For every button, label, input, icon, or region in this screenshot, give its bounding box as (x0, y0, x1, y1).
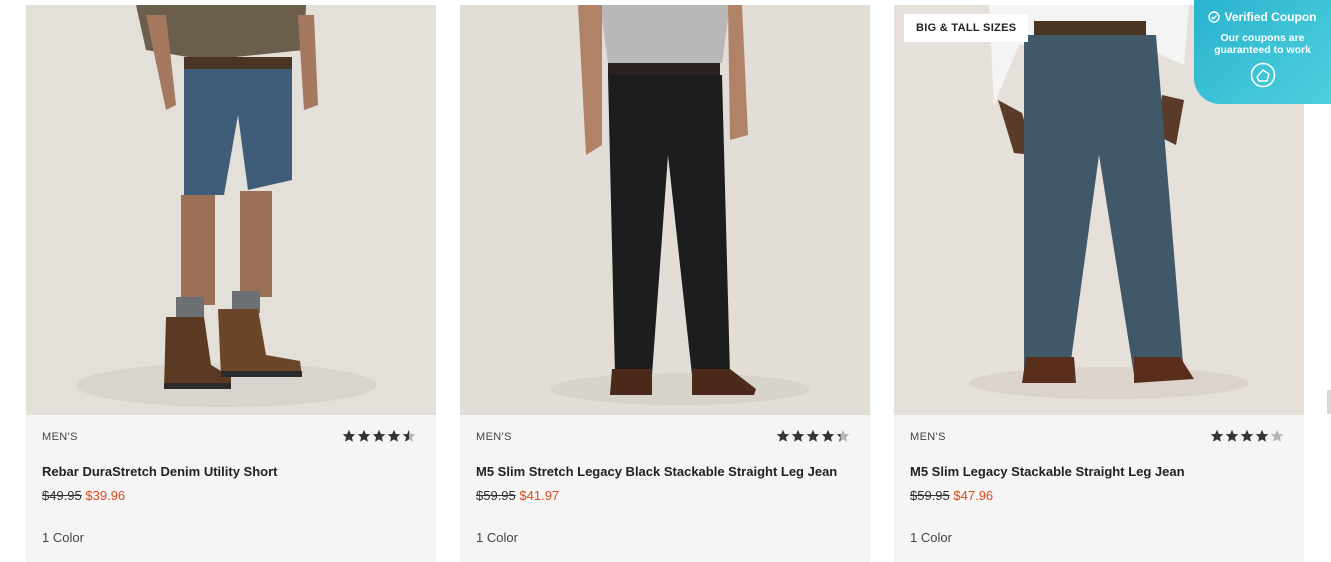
star-icon (1255, 429, 1269, 442)
product-grid: MEN'S Rebar DuraStretch Denim Utility Sh… (26, 5, 1304, 562)
rating-stars (776, 429, 850, 443)
original-price: $59.95 (910, 488, 950, 503)
star-icon (1240, 429, 1254, 442)
original-price: $59.95 (476, 488, 516, 503)
star-icon (1210, 429, 1224, 442)
star-icon (342, 429, 356, 442)
coupon-subtitle: Our coupons are guaranteed to work (1194, 32, 1331, 56)
sale-price: $47.96 (953, 488, 994, 503)
star-icon (402, 429, 416, 442)
star-icon (791, 429, 805, 442)
product-price: $49.95 $39.96 (42, 488, 420, 505)
product-name[interactable]: Rebar DuraStretch Denim Utility Short (42, 464, 420, 480)
scrollbar-edge[interactable] (1327, 390, 1331, 414)
product-price: $59.95 $41.97 (476, 488, 854, 505)
coupon-header: Verified Coupon (1194, 10, 1331, 24)
star-icon (1270, 429, 1284, 442)
product-photo (460, 5, 870, 415)
star-icon (836, 429, 850, 442)
color-count: 1 Color (910, 530, 952, 545)
sale-price: $39.96 (85, 488, 126, 503)
star-icon (387, 429, 401, 442)
rating-stars (1210, 429, 1284, 443)
product-card[interactable]: MEN'S M5 Slim Stretch Legacy Black Stack… (460, 5, 870, 562)
coupon-subtitle-line1: Our coupons are (1220, 32, 1305, 44)
coupon-title: Verified Coupon (1224, 10, 1317, 24)
color-count: 1 Color (42, 530, 84, 545)
check-circle-icon (1208, 11, 1221, 23)
color-count: 1 Color (476, 530, 518, 545)
product-name[interactable]: M5 Slim Stretch Legacy Black Stackable S… (476, 464, 854, 480)
star-icon (776, 429, 790, 442)
coupon-logo-icon (1250, 62, 1275, 88)
product-name[interactable]: M5 Slim Legacy Stackable Straight Leg Je… (910, 464, 1288, 480)
original-price: $49.95 (42, 488, 82, 503)
verified-coupon-widget[interactable]: Verified Coupon Our coupons are guarante… (1194, 0, 1331, 104)
rating-stars (342, 429, 416, 443)
sale-price: $41.97 (519, 488, 560, 503)
product-price: $59.95 $47.96 (910, 488, 1288, 505)
star-icon (821, 429, 835, 442)
product-card[interactable]: MEN'S Rebar DuraStretch Denim Utility Sh… (26, 5, 436, 562)
product-photo (26, 5, 436, 415)
star-icon (357, 429, 371, 442)
star-icon (1225, 429, 1239, 442)
star-icon (806, 429, 820, 442)
product-image[interactable] (26, 5, 436, 415)
star-icon (372, 429, 386, 442)
coupon-subtitle-line2: guaranteed to work (1214, 44, 1311, 56)
product-image[interactable] (460, 5, 870, 415)
big-tall-badge: BIG & TALL SIZES (904, 14, 1029, 42)
